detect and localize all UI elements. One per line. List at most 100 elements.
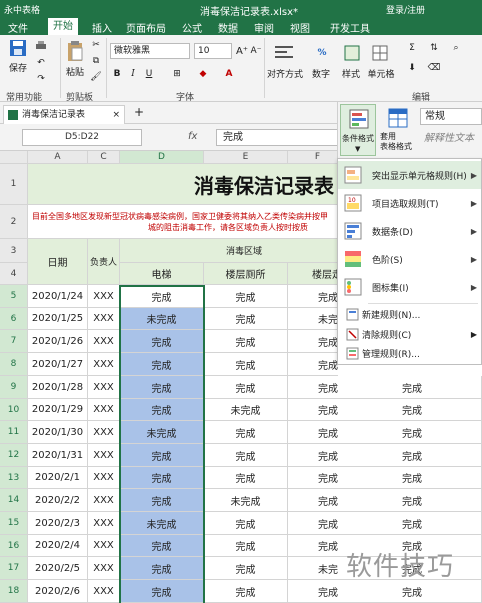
fill-color-icon[interactable]: ◆: [196, 67, 210, 81]
person-cell[interactable]: XXX: [88, 467, 120, 489]
column-g-cell[interactable]: 完成: [338, 376, 482, 399]
align-button[interactable]: 对齐方式: [264, 67, 306, 80]
header-area[interactable]: 消毒区域: [120, 239, 340, 263]
date-cell[interactable]: 2020/2/6: [28, 580, 88, 603]
elevator-cell[interactable]: 完成: [120, 535, 204, 557]
select-all-corner[interactable]: [0, 151, 28, 164]
elevator-cell[interactable]: 完成: [120, 285, 204, 308]
corridor-cell[interactable]: 完成: [288, 285, 340, 308]
person-cell[interactable]: XXX: [88, 580, 120, 603]
elevator-cell[interactable]: 完成: [120, 467, 204, 489]
new-tab-icon[interactable]: +: [134, 105, 144, 119]
corridor-cell[interactable]: 完成: [288, 421, 340, 444]
restroom-cell[interactable]: 完成: [204, 580, 288, 603]
date-cell[interactable]: 2020/2/2: [28, 489, 88, 512]
tab-insert[interactable]: 插入: [92, 20, 112, 35]
save-button[interactable]: 保存: [4, 61, 32, 74]
fill-icon[interactable]: ⬇: [404, 61, 420, 75]
style-button[interactable]: 样式: [338, 67, 364, 80]
menu-item-icon-sets[interactable]: 图标集(I) ▶: [338, 273, 481, 301]
bold-icon[interactable]: B: [112, 67, 122, 81]
align-icon[interactable]: [270, 41, 298, 65]
column-g-cell[interactable]: 完成: [338, 512, 482, 535]
login-link[interactable]: 登录/注册: [386, 3, 425, 16]
name-box[interactable]: D5:D22: [22, 129, 142, 146]
restroom-cell[interactable]: 完成: [204, 535, 288, 557]
column-g-cell[interactable]: 完成: [338, 489, 482, 512]
column-g-cell[interactable]: 完成: [338, 399, 482, 421]
corridor-cell[interactable]: 完成: [288, 399, 340, 421]
restroom-cell[interactable]: 完成: [204, 308, 288, 330]
cut-icon[interactable]: ✂: [90, 39, 102, 51]
sheet-title[interactable]: 消毒保洁记录表: [28, 164, 340, 205]
date-cell[interactable]: 2020/1/30: [28, 421, 88, 444]
elevator-cell[interactable]: 完成: [120, 444, 204, 467]
elevator-cell[interactable]: 完成: [120, 330, 204, 353]
person-cell[interactable]: XXX: [88, 330, 120, 353]
header-person[interactable]: 负责人: [88, 239, 120, 285]
cell-button[interactable]: 单元格: [366, 67, 396, 80]
menu-item-top-bottom-rules[interactable]: 10 项目选取规则(T) ▶: [338, 189, 481, 217]
person-cell[interactable]: XXX: [88, 376, 120, 399]
font-color-icon[interactable]: A: [222, 67, 236, 81]
close-tab-icon[interactable]: ×: [112, 106, 120, 124]
row-number[interactable]: 4: [0, 263, 28, 285]
restroom-cell[interactable]: 未完成: [204, 399, 288, 421]
tab-file[interactable]: 文件: [8, 20, 28, 35]
undo-icon[interactable]: ↶: [34, 56, 48, 70]
row-number[interactable]: 3: [0, 239, 28, 263]
corridor-cell[interactable]: 完成: [288, 535, 340, 557]
elevator-cell[interactable]: 完成: [120, 489, 204, 512]
notice-cell[interactable]: 目前全国多地区发现新型冠状病毒感染病例，国家卫健委将其纳入乙类传染病并按甲 城的…: [28, 205, 340, 239]
menu-item-highlight-rules[interactable]: 突出显示单元格规则(H) ▶: [338, 161, 481, 189]
person-cell[interactable]: XXX: [88, 308, 120, 330]
row-number[interactable]: 11: [0, 421, 28, 444]
elevator-cell[interactable]: 完成: [120, 353, 204, 376]
formula-input[interactable]: 完成: [216, 129, 340, 146]
restroom-cell[interactable]: 完成: [204, 421, 288, 444]
print-icon[interactable]: [34, 39, 48, 53]
corridor-cell[interactable]: 完成: [288, 330, 340, 353]
column-header-f[interactable]: F: [288, 151, 340, 164]
person-cell[interactable]: XXX: [88, 512, 120, 535]
tab-view[interactable]: 视图: [290, 20, 310, 35]
date-cell[interactable]: 2020/2/5: [28, 557, 88, 580]
elevator-cell[interactable]: 完成: [120, 376, 204, 399]
person-cell[interactable]: XXX: [88, 444, 120, 467]
column-g-cell[interactable]: 完成: [338, 580, 482, 603]
date-cell[interactable]: 2020/1/27: [28, 353, 88, 376]
row-number[interactable]: 8: [0, 353, 28, 376]
row-number[interactable]: 5: [0, 285, 28, 308]
redo-icon[interactable]: ↷: [34, 72, 48, 86]
column-g-cell[interactable]: 完成: [338, 421, 482, 444]
menu-item-new-rule[interactable]: 新建规则(N)...: [338, 305, 481, 324]
paste-icon[interactable]: [64, 39, 86, 63]
menu-item-clear-rules[interactable]: 清除规则(C) ▶: [338, 325, 481, 344]
corridor-cell[interactable]: 未完: [288, 557, 340, 580]
restroom-cell[interactable]: 完成: [204, 353, 288, 376]
cell-icon[interactable]: [368, 41, 392, 65]
shrink-font-icon[interactable]: A⁻: [250, 44, 262, 58]
elevator-cell[interactable]: 未完成: [120, 308, 204, 330]
corridor-cell[interactable]: 未完: [288, 308, 340, 330]
font-name-select[interactable]: 微软雅黑: [110, 43, 190, 59]
corridor-cell[interactable]: 完成: [288, 467, 340, 489]
clear-icon[interactable]: ⌫: [426, 61, 442, 75]
corridor-cell[interactable]: 完成: [288, 376, 340, 399]
person-cell[interactable]: XXX: [88, 353, 120, 376]
number-format-select[interactable]: 常规: [420, 108, 482, 125]
elevator-cell[interactable]: 未完成: [120, 512, 204, 535]
tab-formula[interactable]: 公式: [182, 20, 202, 35]
number-format-icon[interactable]: %: [310, 41, 334, 65]
date-cell[interactable]: 2020/1/25: [28, 308, 88, 330]
elevator-cell[interactable]: 完成: [120, 580, 204, 603]
person-cell[interactable]: XXX: [88, 285, 120, 308]
person-cell[interactable]: XXX: [88, 535, 120, 557]
date-cell[interactable]: 2020/1/24: [28, 285, 88, 308]
restroom-cell[interactable]: 完成: [204, 330, 288, 353]
date-cell[interactable]: 2020/1/26: [28, 330, 88, 353]
corridor-cell[interactable]: 完成: [288, 353, 340, 376]
tab-review[interactable]: 审阅: [254, 20, 274, 35]
tab-data[interactable]: 数据: [218, 20, 238, 35]
column-g-cell[interactable]: 完成: [338, 444, 482, 467]
